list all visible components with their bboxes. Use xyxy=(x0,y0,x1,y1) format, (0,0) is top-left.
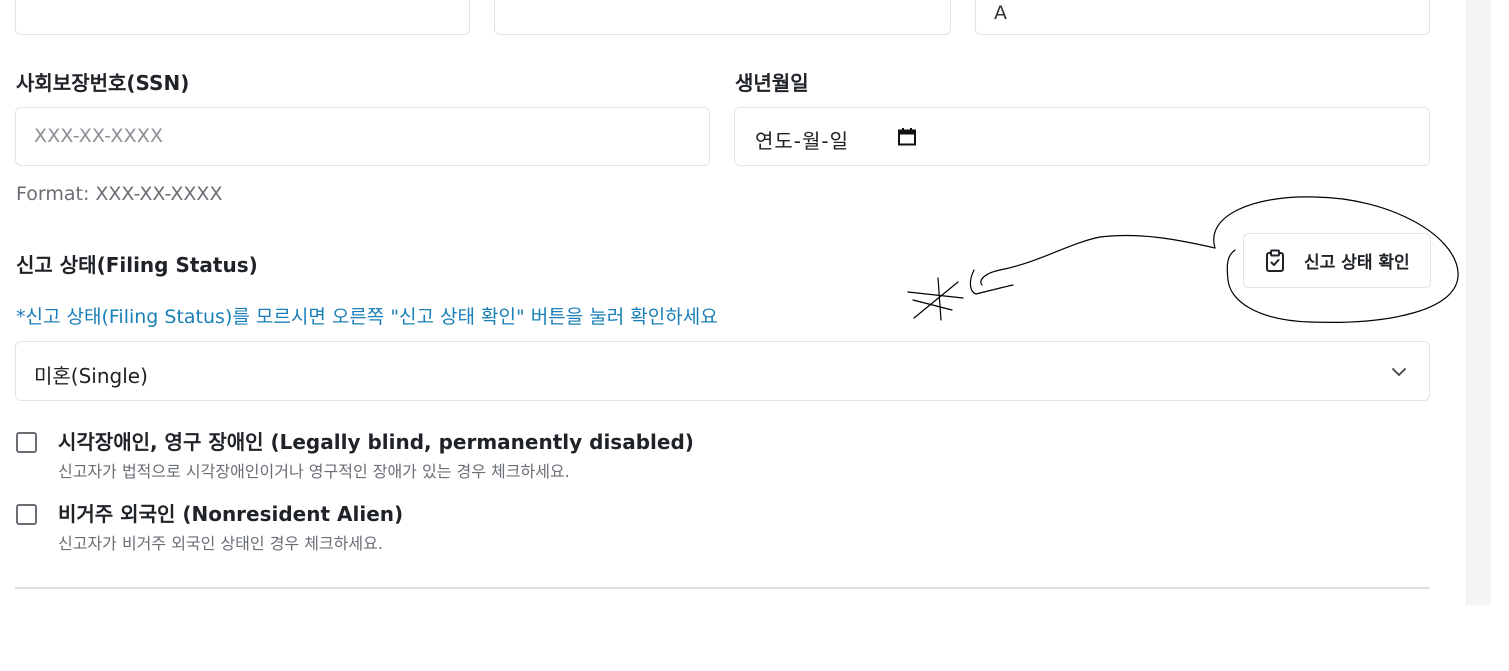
ssn-label: 사회보장번호(SSN) xyxy=(16,71,190,95)
filing-status-info: *신고 상태(Filing Status)를 모르시면 오른쪽 "신고 상태 확… xyxy=(16,306,718,328)
top-input-2[interactable] xyxy=(494,0,951,35)
hand-drawn-annotation xyxy=(907,196,1459,323)
nonresident-alien-description: 신고자가 비거주 외국인 상태인 경우 체크하세요. xyxy=(58,534,383,553)
filing-status-label: 신고 상태(Filing Status) xyxy=(16,253,258,277)
filing-status-selected-value: 미혼(Single) xyxy=(34,364,148,388)
nonresident-alien-checkbox[interactable] xyxy=(16,504,37,525)
ssn-placeholder: XXX-XX-XXXX xyxy=(34,125,164,147)
annotation-arrow-line xyxy=(980,234,1216,286)
scrollbar-track[interactable] xyxy=(1466,0,1491,605)
legally-blind-checkbox[interactable] xyxy=(16,432,37,453)
birthdate-value: 연도-월-일 xyxy=(755,129,850,153)
annotation-arrow-head xyxy=(969,269,1014,295)
section-divider xyxy=(15,587,1430,589)
chevron-down-icon xyxy=(1392,368,1406,376)
filing-status-select[interactable]: 미혼(Single) xyxy=(15,341,1430,401)
check-filing-status-label: 신고 상태 확인 xyxy=(1304,253,1410,273)
nonresident-alien-title: 비거주 외국인 (Nonresident Alien) xyxy=(58,502,404,526)
birthdate-label: 생년월일 xyxy=(735,71,809,95)
top-input-1[interactable] xyxy=(15,0,470,35)
ssn-input[interactable]: XXX-XX-XXXX xyxy=(15,107,710,166)
clipboard-check-icon xyxy=(1266,249,1284,272)
check-filing-status-button[interactable]: 신고 상태 확인 xyxy=(1243,233,1431,288)
legally-blind-description: 신고자가 법적으로 시각장애인이거나 영구적인 장애가 있는 경우 체크하세요. xyxy=(58,462,570,481)
ssn-format-help: Format: XXX-XX-XXXX xyxy=(16,183,223,205)
annotation-star xyxy=(907,277,964,321)
form-page: A 사회보장번호(SSN) XXX-XX-XXXX Format: XXX-XX… xyxy=(0,0,1509,671)
birthdate-input[interactable]: 연도-월-일 xyxy=(734,107,1430,166)
legally-blind-title: 시각장애인, 영구 장애인 (Legally blind, permanentl… xyxy=(58,430,694,454)
calendar-icon[interactable] xyxy=(897,127,917,147)
top-input-3-value: A xyxy=(994,2,1007,24)
top-input-3[interactable]: A xyxy=(975,0,1430,35)
